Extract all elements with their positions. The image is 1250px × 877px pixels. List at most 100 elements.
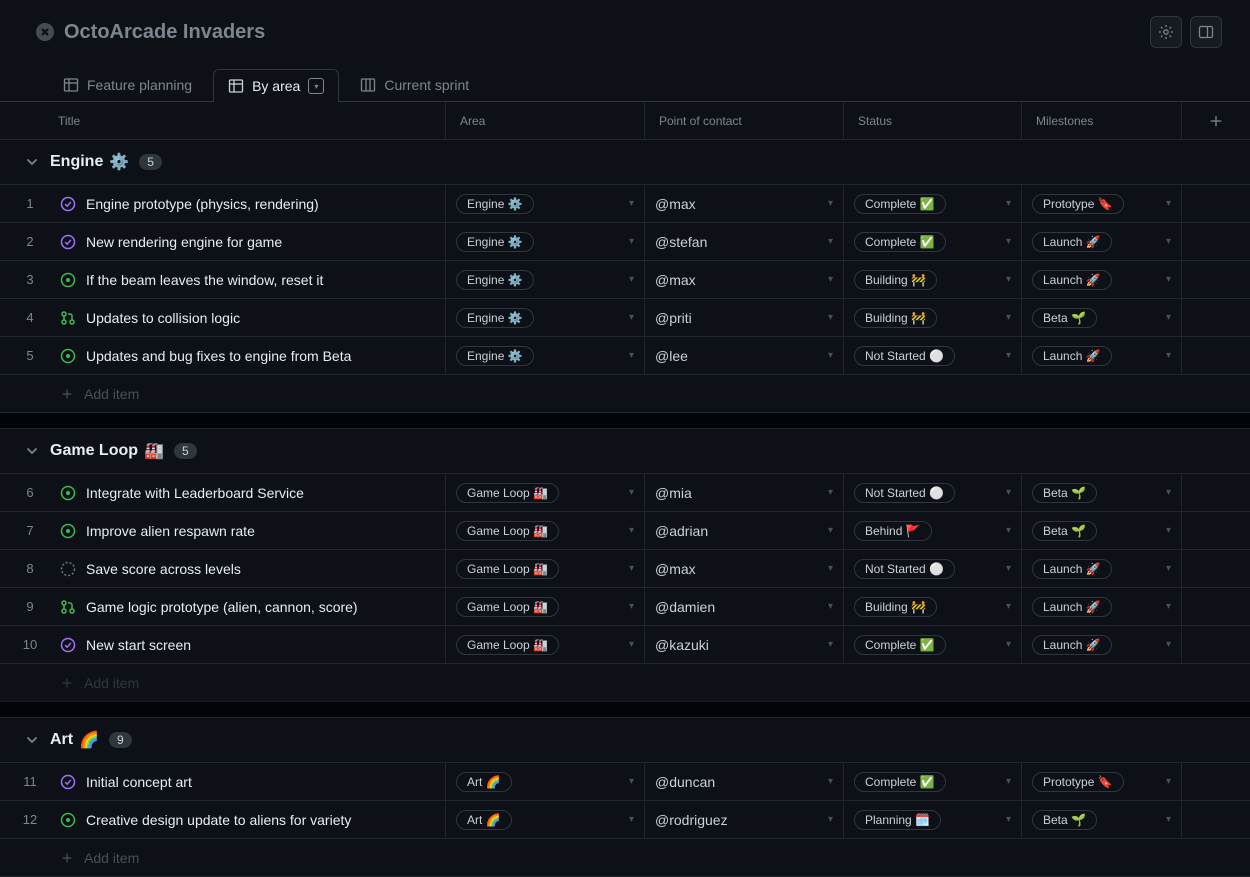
issue-title[interactable]: Save score across levels <box>86 561 241 577</box>
contact-cell[interactable]: @max ▾ <box>644 261 843 298</box>
issue-title[interactable]: If the beam leaves the window, reset it <box>86 272 323 288</box>
add-item-button[interactable]: Add item <box>0 839 1250 877</box>
table-row[interactable]: 9 Game logic prototype (alien, cannon, s… <box>0 588 1250 626</box>
issue-title[interactable]: Updates to collision logic <box>86 310 240 326</box>
table-row[interactable]: 3 If the beam leaves the window, reset i… <box>0 261 1250 299</box>
milestone-cell[interactable]: Launch 🚀 ▾ <box>1021 588 1181 625</box>
milestone-cell[interactable]: Launch 🚀 ▾ <box>1021 261 1181 298</box>
table-row[interactable]: 1 Engine prototype (physics, rendering) … <box>0 185 1250 223</box>
status-cell[interactable]: Complete ✅ ▾ <box>843 763 1021 800</box>
area-cell[interactable]: Game Loop 🏭 ▾ <box>445 512 644 549</box>
table-row[interactable]: 5 Updates and bug fixes to engine from B… <box>0 337 1250 375</box>
status-cell[interactable]: Not Started ⚪ ▾ <box>843 550 1021 587</box>
milestone-cell[interactable]: Launch 🚀 ▾ <box>1021 626 1181 663</box>
milestone-cell[interactable]: Beta 🌱 ▾ <box>1021 801 1181 838</box>
contact-cell[interactable]: @priti ▾ <box>644 299 843 336</box>
area-cell[interactable]: Engine ⚙️ ▾ <box>445 185 644 222</box>
area-cell[interactable]: Engine ⚙️ ▾ <box>445 337 644 374</box>
contact-cell[interactable]: @rodriguez ▾ <box>644 801 843 838</box>
issue-title[interactable]: New start screen <box>86 637 191 653</box>
row-number: 5 <box>10 348 50 363</box>
tab-dropdown-icon[interactable]: ▾ <box>308 78 324 94</box>
milestone-pill: Launch 🚀 <box>1032 232 1112 252</box>
milestone-cell[interactable]: Launch 🚀 ▾ <box>1021 550 1181 587</box>
table-row[interactable]: 10 New start screen Game Loop 🏭 ▾ @kazuk… <box>0 626 1250 664</box>
issue-title[interactable]: Engine prototype (physics, rendering) <box>86 196 319 212</box>
row-number: 7 <box>10 523 50 538</box>
contact-cell[interactable]: @stefan ▾ <box>644 223 843 260</box>
chevron-down-icon: ▾ <box>629 350 634 361</box>
status-pill: Not Started ⚪ <box>854 559 955 579</box>
area-cell[interactable]: Engine ⚙️ ▾ <box>445 261 644 298</box>
status-cell[interactable]: Complete ✅ ▾ <box>843 626 1021 663</box>
tab-feature-planning[interactable]: Feature planning <box>48 68 207 101</box>
contact-cell[interactable]: @lee ▾ <box>644 337 843 374</box>
contact-value: @adrian <box>655 523 708 539</box>
issue-status-icon <box>60 637 76 653</box>
contact-cell[interactable]: @max ▾ <box>644 550 843 587</box>
area-cell[interactable]: Engine ⚙️ ▾ <box>445 299 644 336</box>
area-cell[interactable]: Art 🌈 ▾ <box>445 801 644 838</box>
milestone-cell[interactable]: Beta 🌱 ▾ <box>1021 474 1181 511</box>
milestone-cell[interactable]: Launch 🚀 ▾ <box>1021 337 1181 374</box>
table-row[interactable]: 7 Improve alien respawn rate Game Loop 🏭… <box>0 512 1250 550</box>
contact-cell[interactable]: @adrian ▾ <box>644 512 843 549</box>
status-cell[interactable]: Complete ✅ ▾ <box>843 185 1021 222</box>
column-header-title[interactable]: Title <box>0 114 445 128</box>
table-row[interactable]: 12 Creative design update to aliens for … <box>0 801 1250 839</box>
table-row[interactable]: 8 Save score across levels Game Loop 🏭 ▾… <box>0 550 1250 588</box>
add-item-button[interactable]: Add item <box>0 375 1250 413</box>
area-cell[interactable]: Art 🌈 ▾ <box>445 763 644 800</box>
status-cell[interactable]: Planning 🗓️ ▾ <box>843 801 1021 838</box>
issue-title[interactable]: Improve alien respawn rate <box>86 523 255 539</box>
table-row[interactable]: 6 Integrate with Leaderboard Service Gam… <box>0 474 1250 512</box>
issue-title[interactable]: Updates and bug fixes to engine from Bet… <box>86 348 351 364</box>
contact-cell[interactable]: @kazuki ▾ <box>644 626 843 663</box>
table-row[interactable]: 2 New rendering engine for game Engine ⚙… <box>0 223 1250 261</box>
milestone-cell[interactable]: Beta 🌱 ▾ <box>1021 512 1181 549</box>
tab-current-sprint[interactable]: Current sprint <box>345 68 484 101</box>
issue-title[interactable]: Game logic prototype (alien, cannon, sco… <box>86 599 358 615</box>
area-pill: Engine ⚙️ <box>456 346 534 366</box>
status-cell[interactable]: Complete ✅ ▾ <box>843 223 1021 260</box>
table-row[interactable]: 11 Initial concept art Art 🌈 ▾ @duncan ▾… <box>0 763 1250 801</box>
status-cell[interactable]: Building 🚧 ▾ <box>843 299 1021 336</box>
status-cell[interactable]: Not Started ⚪ ▾ <box>843 337 1021 374</box>
column-header-milestones[interactable]: Milestones <box>1021 102 1181 139</box>
column-header-contact[interactable]: Point of contact <box>644 102 843 139</box>
contact-cell[interactable]: @mia ▾ <box>644 474 843 511</box>
status-cell[interactable]: Building 🚧 ▾ <box>843 261 1021 298</box>
group-collapse-icon[interactable] <box>24 154 40 170</box>
column-header-area[interactable]: Area <box>445 102 644 139</box>
tab-by-area[interactable]: By area ▾ <box>213 69 339 102</box>
status-cell[interactable]: Behind 🚩 ▾ <box>843 512 1021 549</box>
area-pill: Engine ⚙️ <box>456 194 534 214</box>
contact-cell[interactable]: @damien ▾ <box>644 588 843 625</box>
group-collapse-icon[interactable] <box>24 732 40 748</box>
issue-title[interactable]: Integrate with Leaderboard Service <box>86 485 304 501</box>
column-header-status[interactable]: Status <box>843 102 1021 139</box>
panel-toggle-button[interactable] <box>1190 16 1222 48</box>
milestone-cell[interactable]: Prototype 🔖 ▾ <box>1021 763 1181 800</box>
add-column-button[interactable] <box>1181 102 1250 139</box>
status-cell[interactable]: Building 🚧 ▾ <box>843 588 1021 625</box>
contact-cell[interactable]: @max ▾ <box>644 185 843 222</box>
milestone-cell[interactable]: Beta 🌱 ▾ <box>1021 299 1181 336</box>
table-row[interactable]: 4 Updates to collision logic Engine ⚙️ ▾… <box>0 299 1250 337</box>
chevron-down-icon: ▾ <box>828 198 833 209</box>
area-cell[interactable]: Game Loop 🏭 ▾ <box>445 550 644 587</box>
area-cell[interactable]: Engine ⚙️ ▾ <box>445 223 644 260</box>
area-cell[interactable]: Game Loop 🏭 ▾ <box>445 474 644 511</box>
issue-title[interactable]: New rendering engine for game <box>86 234 282 250</box>
group-collapse-icon[interactable] <box>24 443 40 459</box>
milestone-cell[interactable]: Prototype 🔖 ▾ <box>1021 185 1181 222</box>
milestone-cell[interactable]: Launch 🚀 ▾ <box>1021 223 1181 260</box>
chevron-down-icon: ▾ <box>1006 198 1011 209</box>
issue-title[interactable]: Initial concept art <box>86 774 192 790</box>
contact-cell[interactable]: @duncan ▾ <box>644 763 843 800</box>
status-cell[interactable]: Not Started ⚪ ▾ <box>843 474 1021 511</box>
area-cell[interactable]: Game Loop 🏭 ▾ <box>445 626 644 663</box>
area-cell[interactable]: Game Loop 🏭 ▾ <box>445 588 644 625</box>
settings-button[interactable] <box>1150 16 1182 48</box>
issue-title[interactable]: Creative design update to aliens for var… <box>86 812 351 828</box>
